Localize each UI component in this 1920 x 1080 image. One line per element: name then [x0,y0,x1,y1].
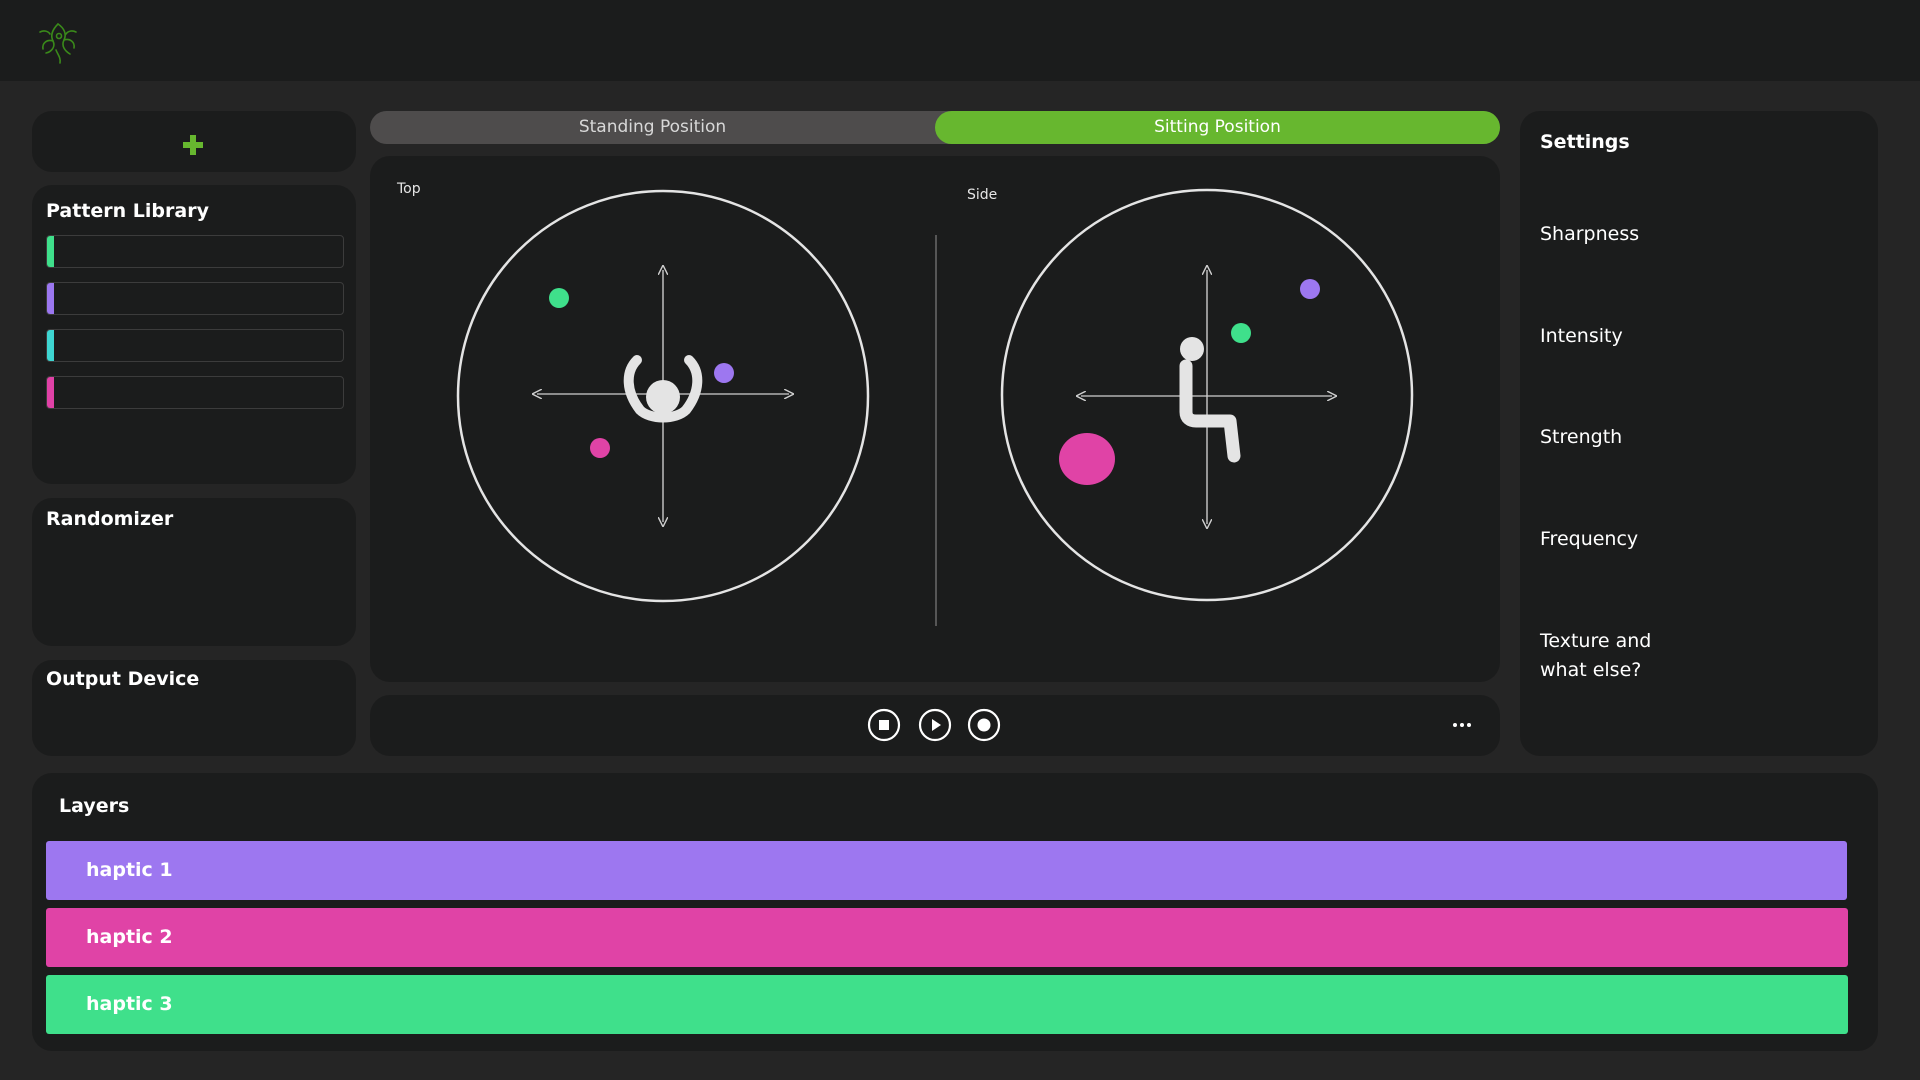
layer-label: haptic 3 [86,993,173,1015]
layer-bar-haptic-1[interactable]: haptic 1 [46,841,1847,900]
setting-frequency[interactable]: Frequency [1540,525,1638,554]
layer-bar-haptic-2[interactable]: haptic 2 [46,908,1848,967]
top-view [456,189,870,603]
layer-label: haptic 1 [86,859,173,881]
play-icon[interactable] [918,708,952,742]
haptic-point-pink[interactable] [590,438,610,458]
record-icon[interactable] [967,708,1001,742]
layers-title: Layers [59,795,130,817]
haptic-point-pink[interactable] [1059,433,1115,485]
setting-sharpness[interactable]: Sharpness [1540,220,1639,249]
side-view [1000,188,1414,602]
more-options-icon[interactable] [1450,715,1474,735]
haptic-point-green[interactable] [549,288,569,308]
layer-label: haptic 2 [86,926,173,948]
setting-strength[interactable]: Strength [1540,423,1622,452]
setting-texture-line2: what else? [1540,659,1642,681]
haptic-point-purple[interactable] [714,363,734,383]
haptic-point-purple[interactable] [1300,279,1320,299]
layer-bar-haptic-3[interactable]: haptic 3 [46,975,1848,1034]
haptic-point-green[interactable] [1231,323,1251,343]
settings-title: Settings [1540,131,1630,153]
setting-texture-line1: Texture and [1540,630,1652,652]
setting-texture[interactable]: Texture and what else? [1540,627,1651,685]
stop-icon[interactable] [867,708,901,742]
setting-intensity[interactable]: Intensity [1540,322,1623,351]
